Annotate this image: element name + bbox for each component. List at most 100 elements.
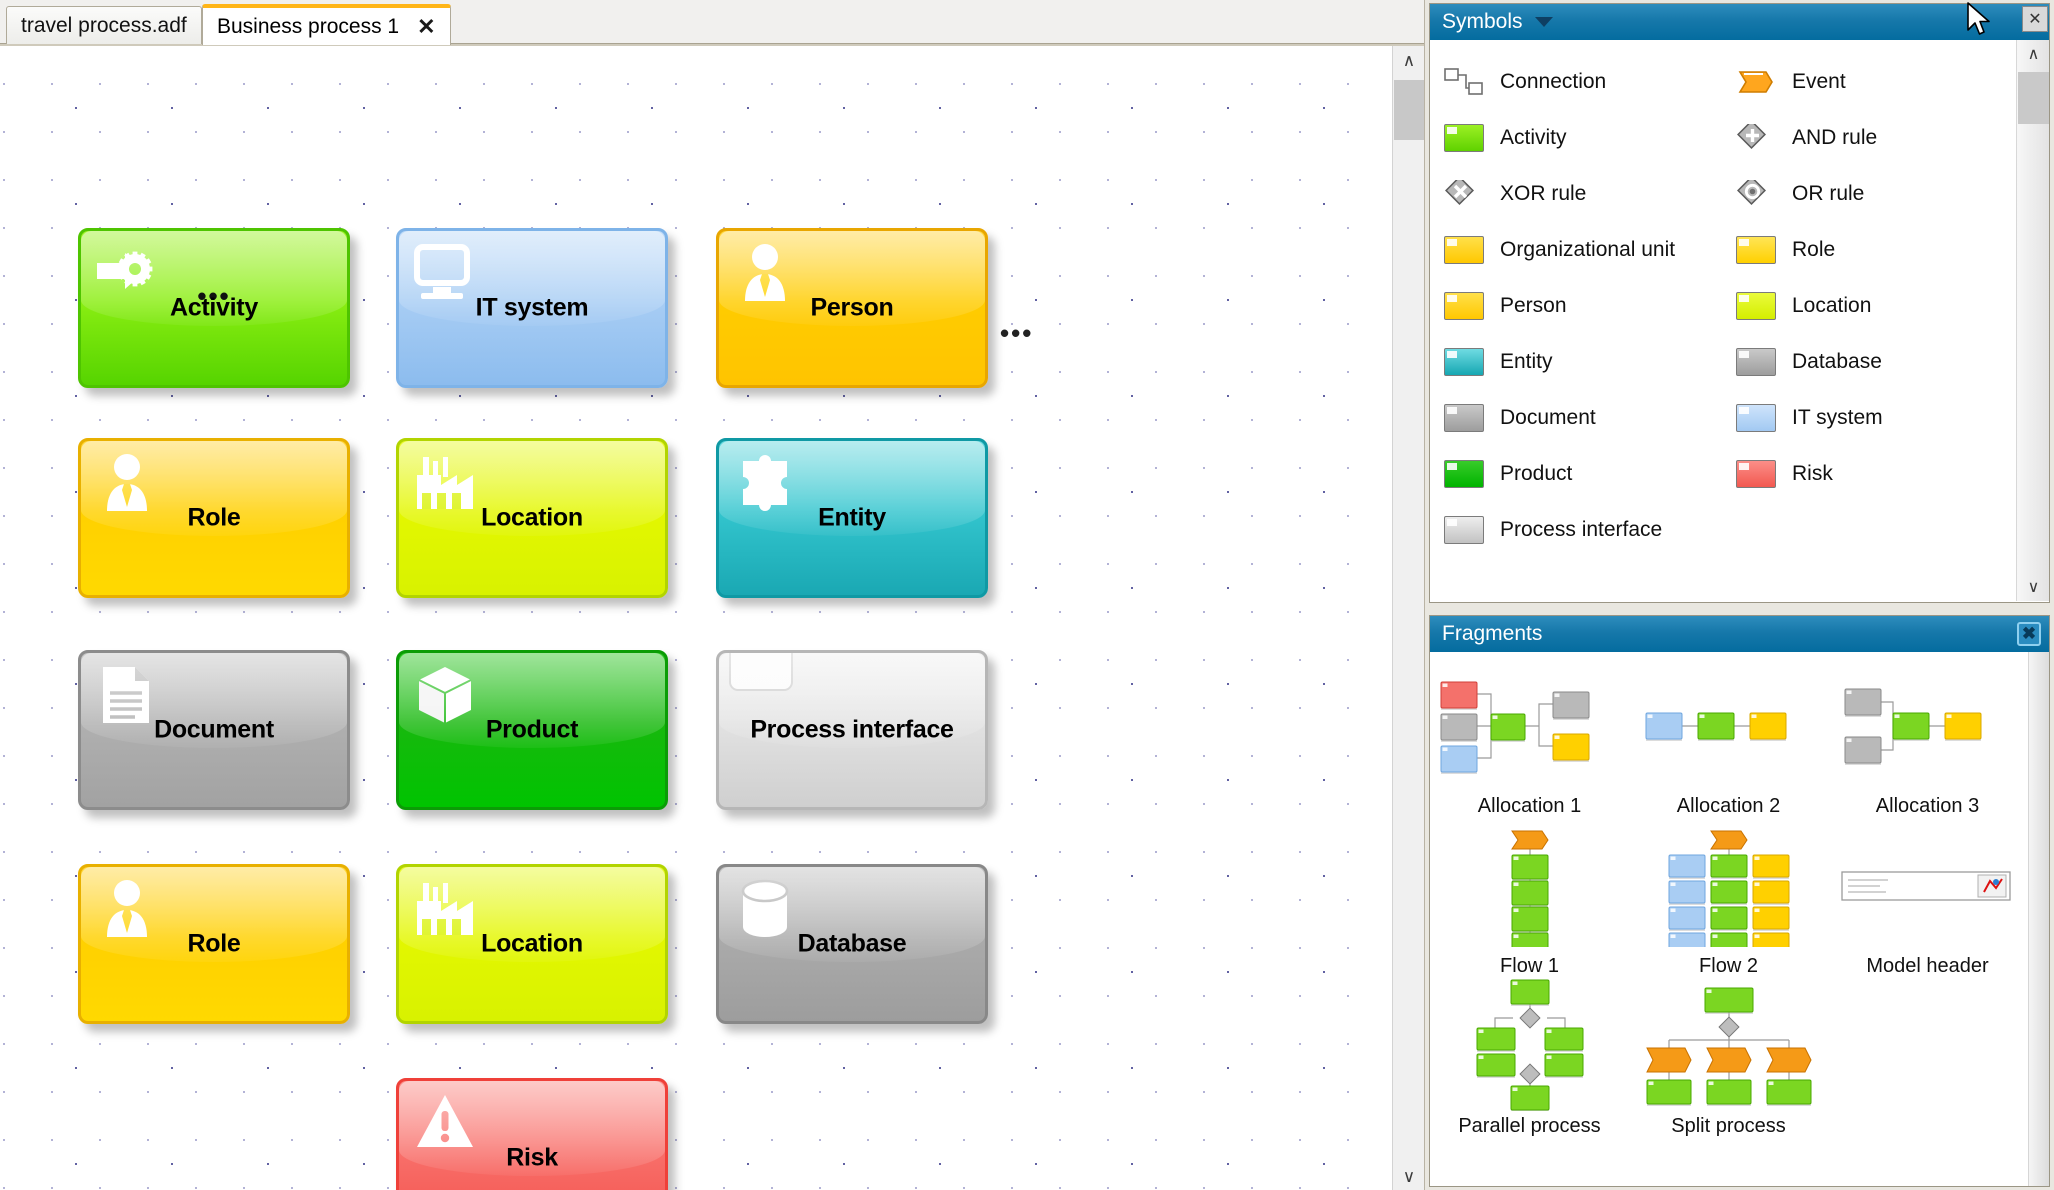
symbol-item-or-rule[interactable]: OR rule — [1736, 166, 2026, 222]
shape-label: Product — [485, 715, 579, 744]
xor-rule-icon — [1444, 176, 1484, 208]
fragment-label: Allocation 3 — [1875, 795, 1980, 817]
split-process-thumb — [1629, 982, 1828, 1111]
connection-icon — [1444, 68, 1484, 96]
diagram-editor: travel process.adf Business process 1 ✕ … — [0, 0, 1424, 1190]
canvas-shape-location[interactable]: Location — [396, 438, 668, 598]
symbols-scrollbar[interactable]: ∧ ∨ — [2016, 40, 2049, 601]
fragments-grid: Allocation 1 Allocation 2 Allocation 3 F… — [1430, 662, 2027, 1186]
risk-icon — [1736, 460, 1776, 488]
allocation-3-thumb — [1828, 662, 2027, 791]
event-icon — [1736, 68, 1776, 96]
or-rule-icon — [1736, 176, 1776, 208]
database-icon — [1736, 348, 1776, 376]
fragment-label: Allocation 1 — [1477, 795, 1582, 817]
symbols-left-column: Connection Activity XOR rule Organizationa… — [1444, 54, 1734, 558]
window-close-button[interactable]: ✕ — [2022, 6, 2048, 32]
canvas-shape-document[interactable]: Document — [78, 650, 350, 810]
symbol-item-event[interactable]: Event — [1736, 54, 2026, 110]
fragment-item-flow-1[interactable]: Flow 1 — [1430, 822, 1629, 982]
canvas-shape-product[interactable]: Product — [396, 650, 668, 810]
scroll-down-icon[interactable]: ∨ — [2017, 573, 2049, 601]
chevron-down-icon[interactable] — [1534, 17, 1553, 27]
symbol-label: Product — [1500, 462, 1573, 485]
canvas-floating-ellipsis: ••• — [1000, 318, 1034, 348]
tab-travel-process[interactable]: travel process.adf — [6, 6, 202, 44]
symbol-item-location[interactable]: Location — [1736, 278, 2026, 334]
fragment-item-flow-2[interactable]: Flow 2 — [1629, 822, 1828, 982]
tab-label: Business process 1 — [217, 14, 400, 38]
fragment-item-allocation-3[interactable]: Allocation 3 — [1828, 662, 2027, 822]
fragments-scrollbar[interactable] — [2028, 652, 2049, 1186]
symbol-item-role[interactable]: Role — [1736, 222, 2026, 278]
fragment-label: Flow 2 — [1699, 955, 1758, 977]
canvas-shape-role[interactable]: Role — [78, 438, 350, 598]
symbol-item-entity[interactable]: Entity — [1444, 334, 1734, 390]
fragment-label: Parallel process — [1458, 1115, 1601, 1137]
canvas-shape-it-system[interactable]: IT system — [396, 228, 668, 388]
symbol-label: Database — [1792, 350, 1882, 373]
scroll-up-icon[interactable]: ∧ — [1393, 46, 1425, 76]
fragment-label: Split process — [1671, 1115, 1786, 1137]
shape-label: Process interface — [750, 715, 954, 744]
symbol-label: Activity — [1500, 126, 1567, 149]
symbol-item-person[interactable]: Person — [1444, 278, 1734, 334]
fragment-label: Model header — [1866, 955, 1989, 977]
shape-label: Document — [154, 715, 274, 744]
activity-icon — [1444, 124, 1484, 152]
fragment-item-allocation-2[interactable]: Allocation 2 — [1629, 662, 1828, 822]
symbol-item-product[interactable]: Product — [1444, 446, 1734, 502]
scroll-down-icon[interactable]: ∨ — [1393, 1162, 1425, 1190]
canvas-shape-activity[interactable]: ••• Activity — [78, 228, 350, 388]
canvas-shape-process-interface[interactable]: Process interface — [716, 650, 988, 810]
symbol-label: OR rule — [1792, 182, 1865, 205]
canvas-shape-risk[interactable]: Risk — [396, 1078, 668, 1190]
symbol-item-activity[interactable]: Activity — [1444, 110, 1734, 166]
symbols-panel-header: Symbols — [1430, 4, 2049, 40]
scroll-up-icon[interactable]: ∧ — [2017, 40, 2049, 68]
fragment-item-parallel-process[interactable]: Parallel process — [1430, 979, 1629, 1142]
process-interface-icon — [1444, 516, 1484, 544]
close-icon[interactable]: ✕ — [417, 15, 435, 38]
shape-label: Database — [797, 929, 907, 958]
symbol-item-organizational-unit[interactable]: Organizational unit — [1444, 222, 1734, 278]
symbol-item-database[interactable]: Database — [1736, 334, 2026, 390]
symbol-item-and-rule[interactable]: AND rule — [1736, 110, 2026, 166]
product-icon — [1444, 460, 1484, 488]
it-system-icon — [1736, 404, 1776, 432]
fragments-panel-header: Fragments ✖ — [1430, 616, 2049, 652]
canvas-vertical-scrollbar[interactable]: ∧ ∨ — [1392, 46, 1424, 1190]
symbol-item-process-interface[interactable]: Process interface — [1444, 502, 1734, 558]
fragment-item-allocation-1[interactable]: Allocation 1 — [1430, 662, 1629, 822]
symbol-item-risk[interactable]: Risk — [1736, 446, 2026, 502]
symbol-item-it-system[interactable]: IT system — [1736, 390, 2026, 446]
symbol-label: Event — [1792, 70, 1846, 93]
allocation-2-thumb — [1629, 662, 1828, 791]
close-icon[interactable]: ✖ — [2017, 622, 2041, 646]
canvas-shape-database[interactable]: Database — [716, 864, 988, 1024]
document-icon — [1444, 404, 1484, 432]
canvas-shape-person[interactable]: Person — [716, 228, 988, 388]
symbol-item-xor-rule[interactable]: XOR rule — [1444, 166, 1734, 222]
symbol-item-connection[interactable]: Connection — [1444, 54, 1734, 110]
symbol-label: Organizational unit — [1500, 238, 1676, 261]
org-unit-icon — [1444, 236, 1484, 264]
scrollbar-thumb[interactable] — [2018, 72, 2049, 124]
scrollbar-thumb[interactable] — [1394, 80, 1424, 140]
symbol-item-document[interactable]: Document — [1444, 390, 1734, 446]
diagram-canvas[interactable]: ••• Activity IT system Person Role Locati… — [0, 46, 1392, 1190]
shape-label: Person — [810, 293, 894, 322]
canvas-shape-role[interactable]: Role — [78, 864, 350, 1024]
person-icon — [1444, 292, 1484, 320]
canvas-shape-location[interactable]: Location — [396, 864, 668, 1024]
canvas-shape-entity[interactable]: Entity — [716, 438, 988, 598]
allocation-1-thumb — [1430, 662, 1629, 791]
tab-label: travel process.adf — [21, 13, 187, 37]
tab-business-process-1[interactable]: Business process 1 ✕ — [202, 4, 451, 45]
symbols-panel-body: Connection Activity XOR rule Organizationa… — [1430, 40, 2049, 601]
fragment-item-model-header[interactable]: Model header — [1828, 822, 2027, 982]
shape-label: Role — [187, 503, 241, 532]
symbols-right-column: Event AND rule OR rule Role Location Databa… — [1736, 54, 2026, 502]
fragment-item-split-process[interactable]: Split process — [1629, 982, 1828, 1142]
fragments-panel-body: Allocation 1 Allocation 2 Allocation 3 F… — [1430, 652, 2049, 1186]
